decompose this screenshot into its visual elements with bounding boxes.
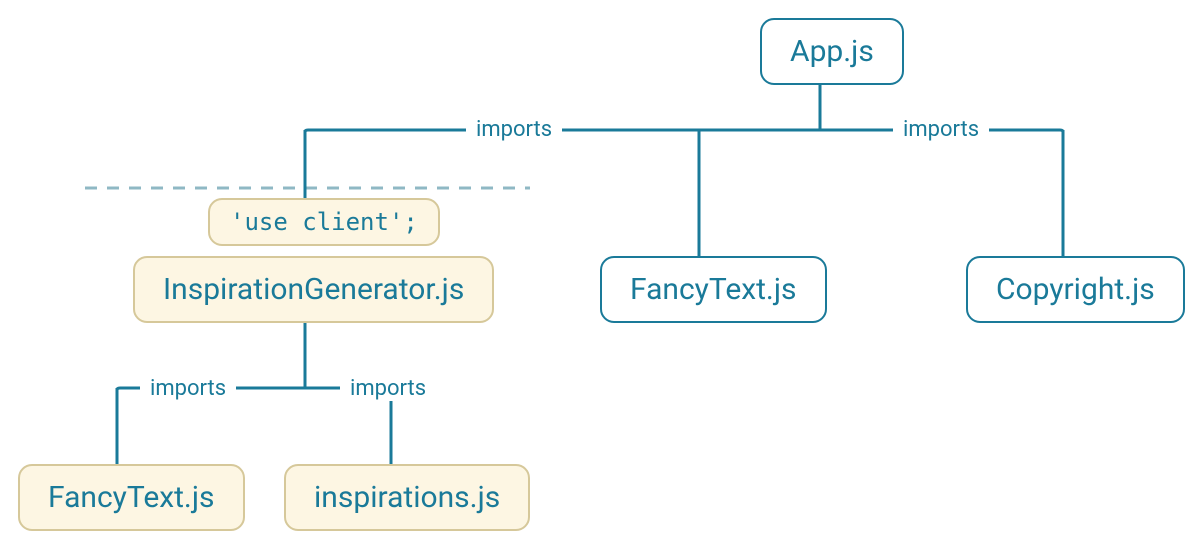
directive-use-client-text: 'use client';	[230, 208, 418, 236]
directive-use-client: 'use client';	[208, 198, 440, 246]
node-app: App.js	[760, 18, 904, 85]
node-inspiration-generator-label: InspirationGenerator.js	[163, 272, 464, 307]
node-fancytext-server: FancyText.js	[600, 256, 827, 323]
node-copyright: Copyright.js	[966, 256, 1185, 323]
node-fancytext-server-label: FancyText.js	[630, 272, 797, 307]
node-fancytext-client-label: FancyText.js	[48, 480, 215, 515]
edge-label-insp-fancytext: imports	[140, 376, 236, 401]
edge-label-app-inspiration: imports	[466, 117, 562, 142]
node-inspirations-label: inspirations.js	[314, 480, 500, 515]
node-copyright-label: Copyright.js	[996, 272, 1155, 307]
node-fancytext-client: FancyText.js	[18, 464, 245, 531]
edge-label-app-copyright: imports	[893, 117, 989, 142]
node-app-label: App.js	[790, 34, 874, 69]
node-inspiration-generator: InspirationGenerator.js	[133, 256, 494, 323]
node-inspirations: inspirations.js	[284, 464, 530, 531]
edge-label-insp-inspirations: imports	[340, 376, 436, 401]
